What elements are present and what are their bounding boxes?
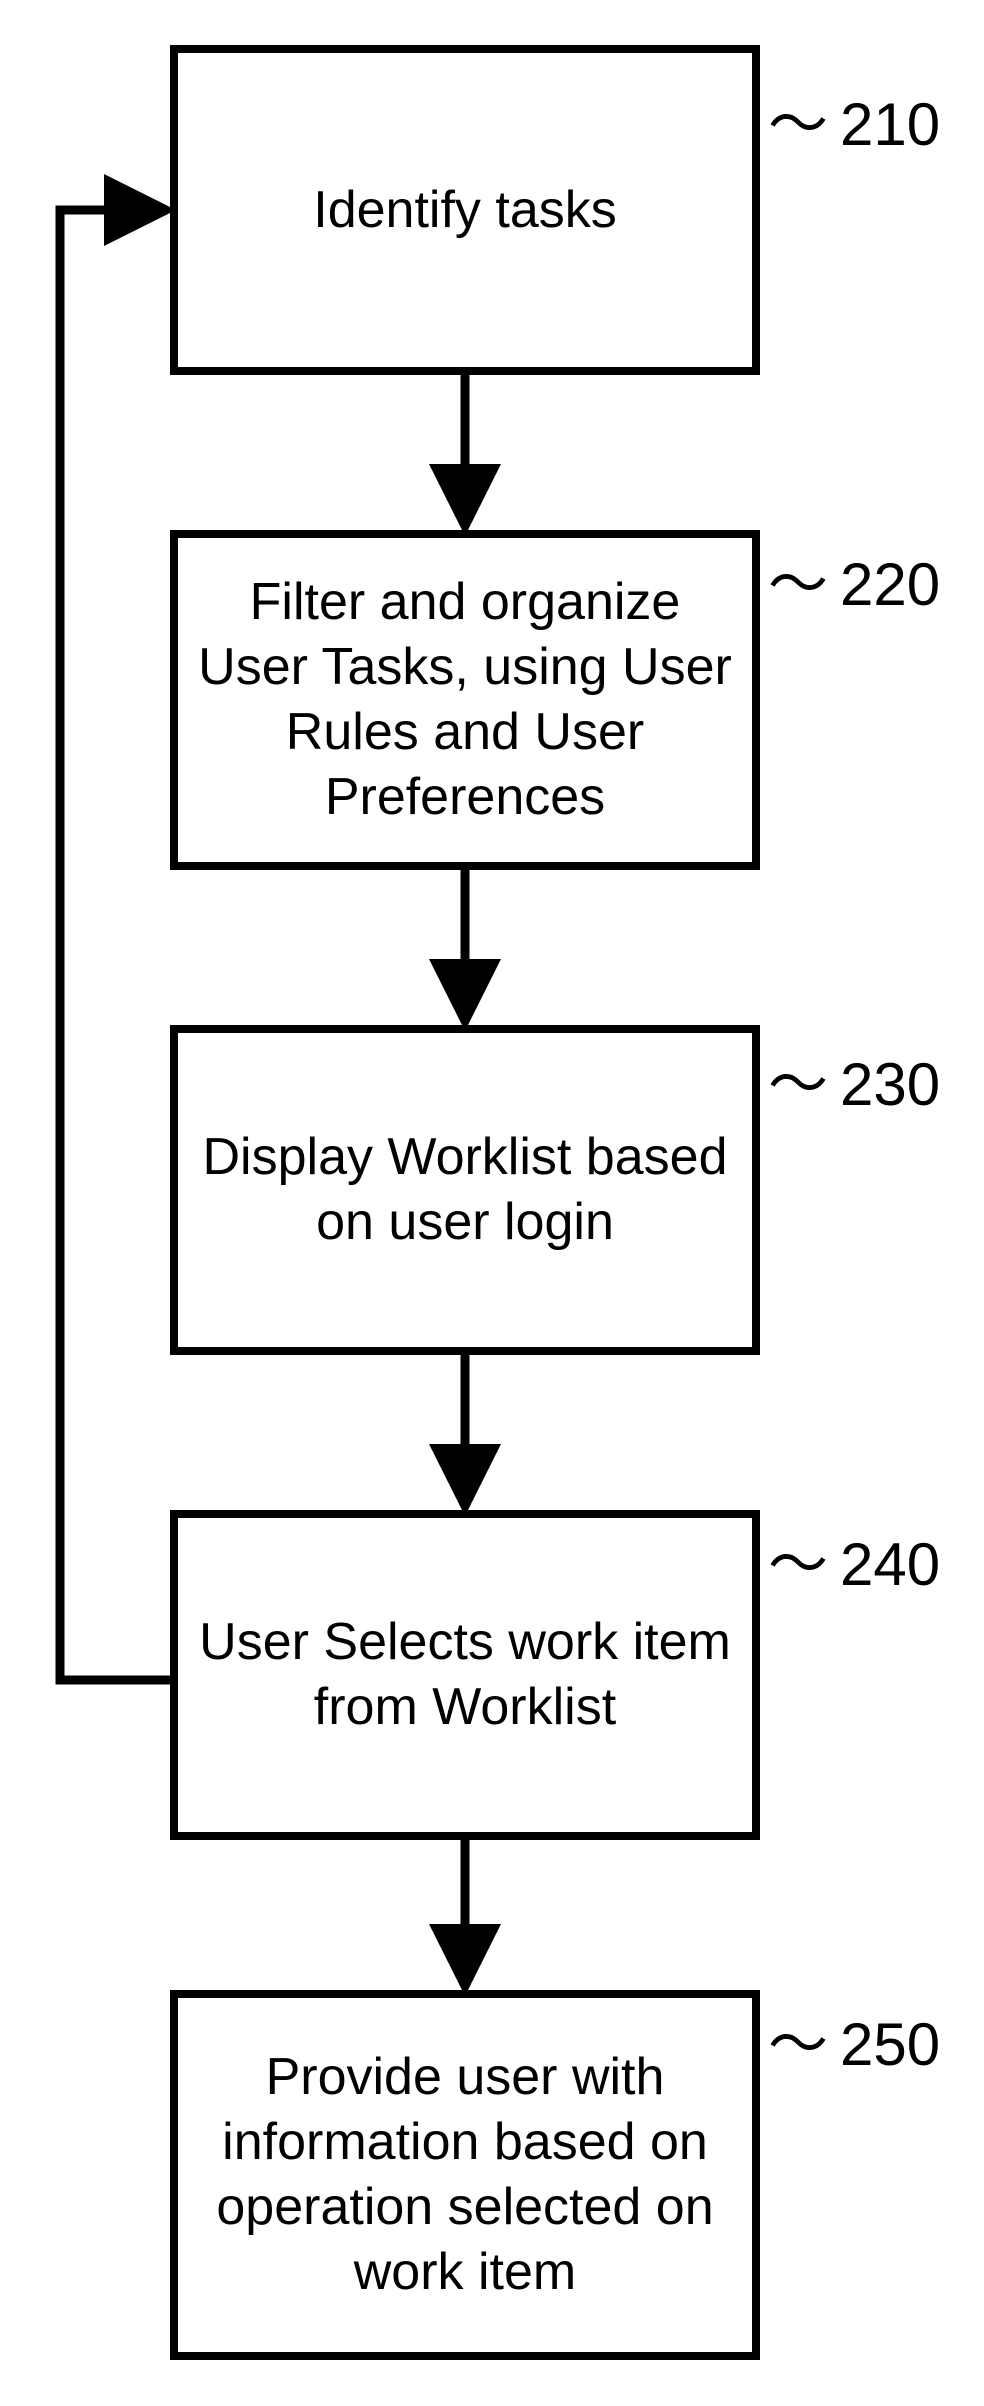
label-250: 250: [840, 2010, 940, 2079]
node-250-text: Provide user with information based on o…: [198, 2045, 732, 2305]
tilde-230: 〜: [768, 1055, 828, 1115]
tilde-240: 〜: [768, 1535, 828, 1595]
node-250: Provide user with information based on o…: [170, 1990, 760, 2360]
flowchart-canvas: Identify tasks 〜 210 Filter and organize…: [0, 0, 984, 2406]
label-230: 230: [840, 1050, 940, 1119]
tilde-210: 〜: [768, 95, 828, 155]
label-220: 220: [840, 550, 940, 619]
tilde-220: 〜: [768, 555, 828, 615]
tilde-250: 〜: [768, 2015, 828, 2075]
node-210: Identify tasks: [170, 45, 760, 375]
node-230-text: Display Worklist based on user login: [198, 1125, 732, 1255]
node-240-text: User Selects work item from Worklist: [198, 1610, 732, 1740]
node-220-text: Filter and organize User Tasks, using Us…: [198, 570, 732, 830]
node-230: Display Worklist based on user login: [170, 1025, 760, 1355]
node-220: Filter and organize User Tasks, using Us…: [170, 530, 760, 870]
node-210-text: Identify tasks: [313, 178, 616, 243]
label-240: 240: [840, 1530, 940, 1599]
label-210: 210: [840, 90, 940, 159]
node-240: User Selects work item from Worklist: [170, 1510, 760, 1840]
